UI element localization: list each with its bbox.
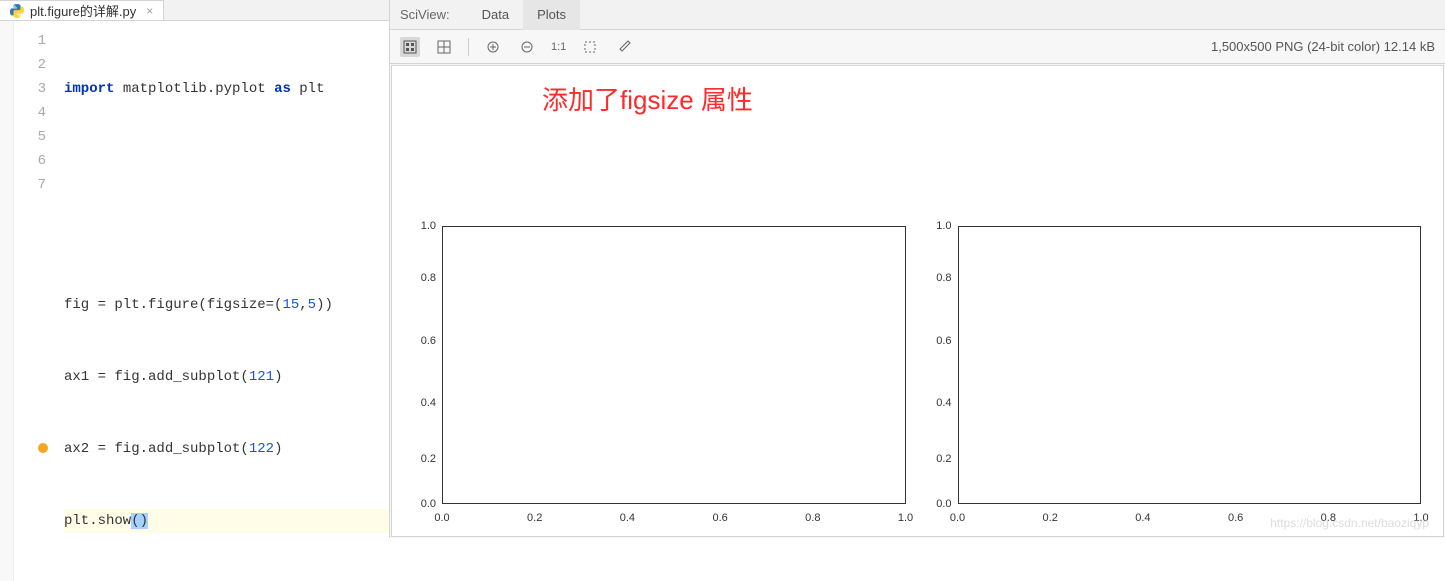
editor-left-strip bbox=[0, 21, 14, 581]
warning-gutter-icon[interactable] bbox=[38, 443, 48, 453]
ytick-label: 0.6 bbox=[918, 335, 952, 347]
sciview-panel: SciView: Data Plots 1:1 1,500x500 PNG (2… bbox=[390, 0, 1445, 538]
line-number: 5 bbox=[14, 125, 46, 149]
xtick-label: 0.4 bbox=[1135, 512, 1150, 524]
code-line[interactable] bbox=[64, 149, 389, 173]
toolbar-separator bbox=[468, 38, 469, 56]
crop-icon[interactable] bbox=[580, 37, 600, 57]
line-number: 6 bbox=[14, 149, 46, 173]
zoom-in-icon[interactable] bbox=[483, 37, 503, 57]
axes-box bbox=[958, 226, 1422, 504]
plot-canvas-area[interactable]: 添加了figsize 属性 1.0 0.8 0.6 0.4 0.2 0.0 0.… bbox=[391, 65, 1444, 537]
plots-row: 1.0 0.8 0.6 0.4 0.2 0.0 0.0 0.2 0.4 0.6 … bbox=[392, 216, 1443, 528]
xtick-label: 0.0 bbox=[434, 512, 449, 524]
code-line[interactable] bbox=[64, 221, 389, 245]
tab-plots[interactable]: Plots bbox=[523, 0, 580, 30]
xtick-label: 0.2 bbox=[1043, 512, 1058, 524]
subplot-1: 1.0 0.8 0.6 0.4 0.2 0.0 0.0 0.2 0.4 0.6 … bbox=[402, 216, 918, 528]
actual-size-icon[interactable]: 1:1 bbox=[551, 37, 566, 57]
ytick-label: 0.8 bbox=[402, 272, 436, 284]
fit-icon[interactable] bbox=[400, 37, 420, 57]
code-line[interactable]: fig = plt.figure(figsize=(15,5)) bbox=[64, 293, 389, 317]
line-number: 2 bbox=[14, 53, 46, 77]
code-line[interactable]: import matplotlib.pyplot as plt bbox=[64, 77, 389, 101]
sciview-header: SciView: Data Plots bbox=[390, 0, 1445, 30]
xtick-label: 1.0 bbox=[898, 512, 913, 524]
file-tab-label: plt.figure的详解.py bbox=[30, 1, 136, 20]
annotation-text: 添加了figsize 属性 bbox=[542, 80, 753, 117]
line-number-gutter: 1 2 3 4 5 6 7 bbox=[14, 21, 54, 581]
image-status-text: 1,500x500 PNG (24-bit color) 12.14 kB bbox=[1211, 39, 1435, 54]
xtick-label: 0.8 bbox=[805, 512, 820, 524]
xtick-label: 0.4 bbox=[620, 512, 635, 524]
line-number: 7 bbox=[14, 173, 46, 197]
ytick-label: 1.0 bbox=[918, 220, 952, 232]
line-number: 4 bbox=[14, 101, 46, 125]
xtick-label: 0.6 bbox=[1228, 512, 1243, 524]
ytick-label: 0.6 bbox=[402, 335, 436, 347]
line-number: 1 bbox=[14, 29, 46, 53]
code-line[interactable]: ax2 = fig.add_subplot(122) bbox=[64, 437, 389, 461]
eyedropper-icon[interactable] bbox=[614, 37, 634, 57]
line-number: 3 bbox=[14, 77, 46, 101]
ytick-label: 0.8 bbox=[918, 272, 952, 284]
tab-data[interactable]: Data bbox=[468, 0, 523, 30]
code-editor[interactable]: 1 2 3 4 5 6 7 import matplotlib.pyplot a… bbox=[14, 21, 389, 581]
ytick-label: 0.0 bbox=[918, 498, 952, 510]
watermark-text: https://blog.csdn.net/baoziqyp bbox=[1270, 516, 1429, 530]
xtick-label: 0.6 bbox=[712, 512, 727, 524]
subplot-2: 1.0 0.8 0.6 0.4 0.2 0.0 0.0 0.2 0.4 0.6 … bbox=[918, 216, 1434, 528]
code-line[interactable]: ax1 = fig.add_subplot(121) bbox=[64, 365, 389, 389]
editor-panel: plt.figure的详解.py × 1 2 3 4 5 6 7 import … bbox=[0, 0, 390, 538]
xtick-label: 0.0 bbox=[950, 512, 965, 524]
xtick-label: 0.2 bbox=[527, 512, 542, 524]
ytick-label: 0.4 bbox=[918, 397, 952, 409]
code-content[interactable]: import matplotlib.pyplot as plt fig = pl… bbox=[54, 21, 389, 581]
axes-box bbox=[442, 226, 906, 504]
sciview-title: SciView: bbox=[400, 7, 450, 22]
zoom-out-icon[interactable] bbox=[517, 37, 537, 57]
ytick-label: 0.2 bbox=[918, 453, 952, 465]
grid-icon[interactable] bbox=[434, 37, 454, 57]
ytick-label: 1.0 bbox=[402, 220, 436, 232]
ytick-label: 0.0 bbox=[402, 498, 436, 510]
ytick-label: 0.2 bbox=[402, 453, 436, 465]
file-tab[interactable]: plt.figure的详解.py × bbox=[0, 0, 164, 20]
ytick-label: 0.4 bbox=[402, 397, 436, 409]
code-line-current[interactable]: plt.show() bbox=[64, 509, 389, 533]
python-file-icon bbox=[10, 4, 24, 18]
editor-tab-bar: plt.figure的详解.py × bbox=[0, 0, 389, 21]
close-icon[interactable]: × bbox=[146, 4, 153, 18]
plot-toolbar: 1:1 1,500x500 PNG (24-bit color) 12.14 k… bbox=[390, 30, 1445, 64]
